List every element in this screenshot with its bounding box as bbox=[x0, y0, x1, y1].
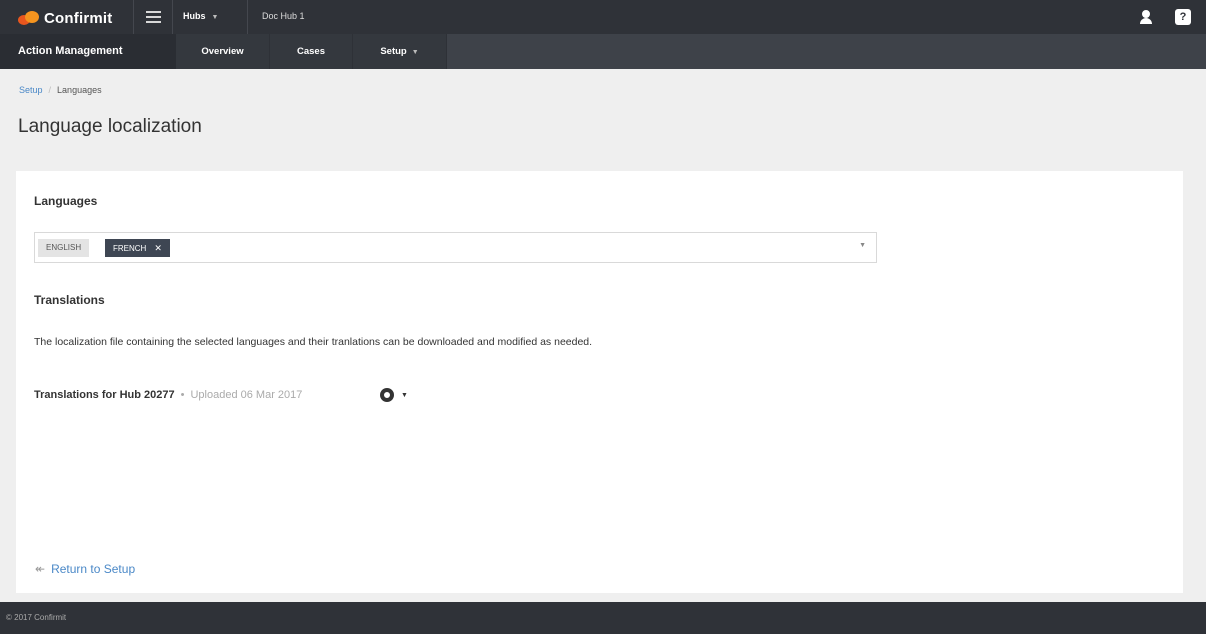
hubs-menu-label: Hubs bbox=[183, 11, 206, 21]
meta-separator: • bbox=[180, 389, 185, 401]
current-hub-name[interactable]: Doc Hub 1 bbox=[262, 11, 305, 21]
upload-date: Uploaded 06 Mar 2017 bbox=[190, 389, 303, 401]
breadcrumb: Setup / Languages bbox=[19, 85, 102, 95]
gear-icon bbox=[380, 388, 394, 402]
back-arrow-icon: ↞ bbox=[35, 562, 46, 576]
hamburger-menu-icon[interactable] bbox=[133, 0, 173, 34]
main-content: Setup / Languages Language localization La… bbox=[0, 69, 1206, 602]
file-actions-button[interactable]: ▼ bbox=[380, 387, 408, 403]
chevron-down-icon: ▼ bbox=[401, 391, 408, 399]
chevron-down-icon: ▼ bbox=[211, 14, 219, 21]
language-chip-english: ENGLISH bbox=[38, 239, 90, 257]
brand-name: Confirmit bbox=[44, 9, 113, 27]
remove-language-icon[interactable]: ✕ bbox=[154, 243, 162, 253]
breadcrumb-current: Languages bbox=[57, 85, 102, 95]
return-to-setup-link[interactable]: ↞ Return to Setup bbox=[35, 562, 135, 576]
languages-heading: Languages bbox=[34, 194, 98, 208]
footer: © 2017 Confirmit bbox=[0, 602, 1206, 634]
chevron-down-icon: ▼ bbox=[411, 49, 419, 56]
language-chip-french: FRENCH ✕ bbox=[105, 239, 170, 257]
top-bar: Confirmit Hubs ▼ Doc Hub 1 ? bbox=[0, 0, 1206, 34]
languages-multiselect[interactable]: ENGLISH FRENCH ✕ ▼ bbox=[34, 232, 877, 263]
return-link-label: Return to Setup bbox=[51, 562, 136, 576]
help-icon[interactable]: ? bbox=[1175, 9, 1191, 25]
translation-file-name: Translations for Hub 20277 bbox=[34, 389, 175, 401]
page-title: Language localization bbox=[18, 116, 202, 137]
translations-heading: Translations bbox=[34, 293, 105, 307]
user-icon[interactable] bbox=[1138, 9, 1154, 25]
language-chip-label: FRENCH bbox=[113, 244, 147, 253]
tab-overview[interactable]: Overview bbox=[176, 34, 270, 69]
translation-file-row: Translations for Hub 20277 • Uploaded 06… bbox=[34, 387, 408, 403]
breadcrumb-setup-link[interactable]: Setup bbox=[19, 85, 43, 95]
localization-card: Languages ENGLISH FRENCH ✕ ▼ Translations… bbox=[16, 171, 1183, 593]
logo-icon bbox=[18, 11, 40, 25]
tab-cases[interactable]: Cases bbox=[270, 34, 353, 69]
app-navigation: Action Management Overview Cases Setup ▼ bbox=[0, 34, 1206, 69]
translations-description: The localization file containing the sel… bbox=[34, 336, 593, 348]
confirmit-logo[interactable]: Confirmit bbox=[18, 8, 112, 28]
tab-setup-label: Setup bbox=[380, 46, 407, 57]
dropdown-caret-icon[interactable]: ▼ bbox=[859, 242, 866, 249]
divider bbox=[247, 0, 248, 34]
copyright-text: © 2017 Confirmit bbox=[6, 613, 67, 622]
app-name[interactable]: Action Management bbox=[0, 34, 176, 69]
breadcrumb-separator: / bbox=[48, 85, 52, 95]
tab-setup[interactable]: Setup ▼ bbox=[353, 34, 447, 69]
hubs-menu[interactable]: Hubs ▼ bbox=[183, 11, 218, 21]
